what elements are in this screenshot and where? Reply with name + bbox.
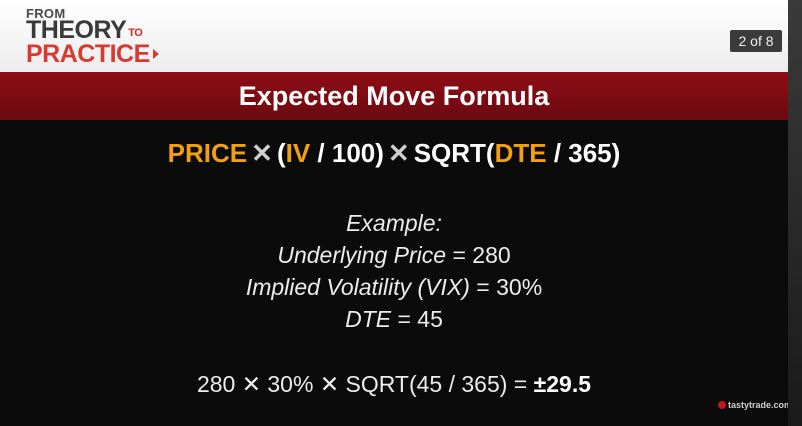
formula-sqrt: SQRT( <box>413 138 495 168</box>
example-block: Example: Underlying Price = 280 Implied … <box>0 207 788 335</box>
formula-iv: IV <box>285 138 311 168</box>
logo-line-practice: PRACTICE <box>26 40 159 69</box>
formula-dte-divisor: / 365) <box>546 138 621 168</box>
page-indicator: 2 of 8 <box>730 30 782 52</box>
calculation-line: 280 ✕ 30% ✕ SQRT(45 / 365) = ±29.5 <box>0 368 788 400</box>
logo-practice-text: PRACTICE <box>26 40 150 68</box>
formula-line: PRICE ✕ (IV / 100) ✕ SQRT(DTE / 365) <box>0 136 788 170</box>
slide-title: Expected Move Formula <box>238 81 550 111</box>
example-heading: Example: <box>346 210 442 236</box>
example-iv-value: = 30% <box>469 274 543 300</box>
formula-dte: DTE <box>494 138 547 168</box>
example-dte-value: = 45 <box>391 306 443 332</box>
example-price-line: Underlying Price = 280 <box>0 239 788 271</box>
show-logo: FROM THEORY TO PRACTICE <box>24 3 194 69</box>
slide-header: FROM THEORY TO PRACTICE 2 of 8 <box>0 0 802 72</box>
brand-watermark: tastytrade.com <box>718 398 792 412</box>
logo-to-text: TO <box>128 27 143 39</box>
multiply-icon: ✕ <box>251 138 273 168</box>
example-price-label: Underlying Price <box>277 242 447 268</box>
right-edge-strip <box>788 0 802 426</box>
formula-iv-divisor: / 100) <box>310 138 384 168</box>
example-iv-line: Implied Volatility (VIX) = 30% <box>0 271 788 303</box>
example-price-value: = 280 <box>446 242 511 268</box>
example-dte-line: DTE = 45 <box>0 303 788 335</box>
example-iv-label: Implied Volatility (VIX) <box>245 274 470 300</box>
play-arrow-icon <box>152 49 159 59</box>
calculation-result: ±29.5 <box>533 371 592 397</box>
brand-text: tastytrade.com <box>728 400 793 410</box>
multiply-icon: ✕ <box>387 138 410 168</box>
formula-price: PRICE <box>167 138 248 168</box>
calculation-expression: 280 ✕ 30% ✕ SQRT(45 / 365) = <box>196 371 534 397</box>
title-band: Expected Move Formula <box>0 72 802 120</box>
formula-open-paren: ( <box>276 138 286 168</box>
slide: FROM THEORY TO PRACTICE 2 of 8 Expected M… <box>0 0 802 426</box>
cherry-icon <box>718 401 726 409</box>
example-dte-label: DTE <box>345 306 392 332</box>
